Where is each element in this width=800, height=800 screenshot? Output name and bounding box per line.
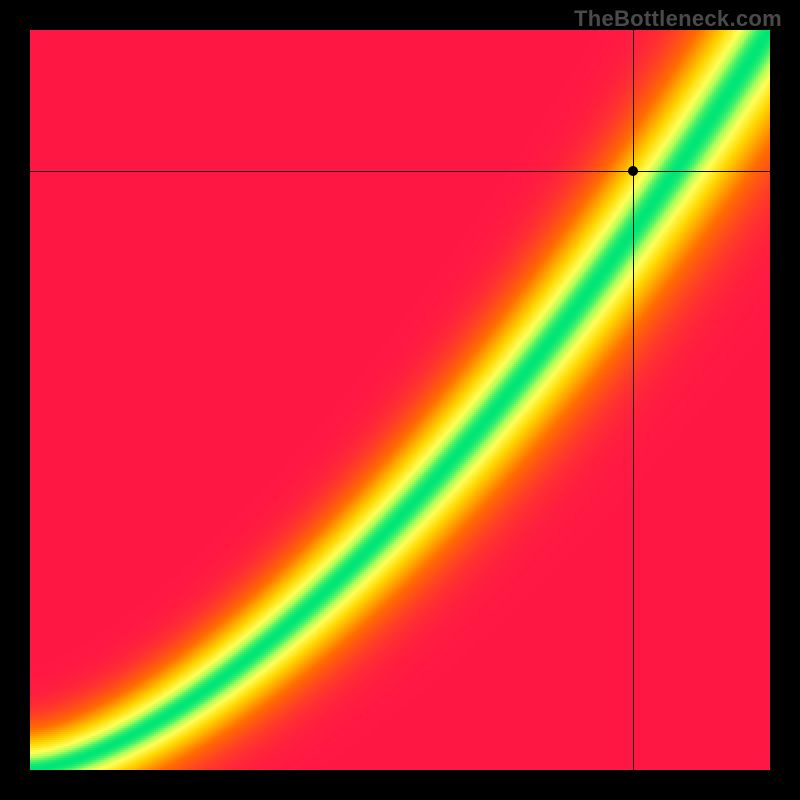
crosshair-horizontal (30, 171, 770, 172)
selected-point-marker (628, 166, 638, 176)
bottleneck-heatmap (30, 30, 770, 770)
crosshair-vertical (633, 30, 634, 770)
watermark-text: TheBottleneck.com (574, 6, 782, 32)
chart-frame: TheBottleneck.com (0, 0, 800, 800)
